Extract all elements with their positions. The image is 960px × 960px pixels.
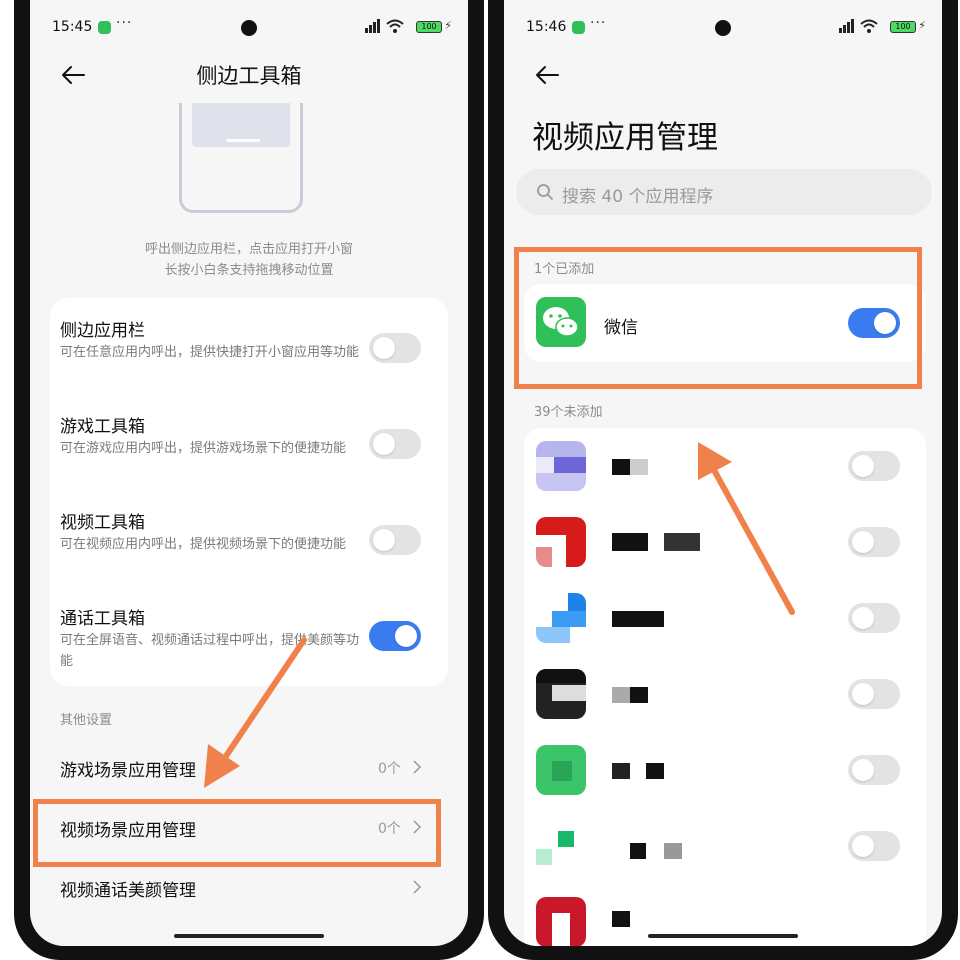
app-icon-blurred — [536, 821, 586, 871]
status-time: 15:45 — [52, 19, 93, 35]
list-item[interactable] — [524, 737, 926, 803]
charging-icon: ⚡ — [918, 19, 926, 32]
app-toggle[interactable] — [848, 527, 900, 557]
not-added-apps-list — [524, 428, 926, 946]
status-bar: 15:45 ··· 100 ⚡ — [30, 0, 468, 56]
app-toggle[interactable] — [848, 603, 900, 633]
highlight-box-video-scene — [33, 799, 441, 867]
game-scene-row-count: 0个 — [378, 761, 401, 777]
list-item[interactable] — [524, 813, 926, 879]
status-bar: 15:46 ··· 100 ⚡ — [504, 0, 942, 56]
back-arrow-icon[interactable] — [534, 62, 560, 88]
camera-cutout — [241, 20, 257, 36]
search-bar[interactable]: 搜索 40 个应用程序 — [516, 169, 932, 215]
sidebar-apps-subtitle: 可在任意应用内呼出，提供快捷打开小窗应用等功能 — [60, 345, 360, 360]
wifi-icon — [386, 19, 404, 33]
page-title: 侧边工具箱 — [196, 64, 302, 88]
app-name-pixelated — [646, 763, 664, 779]
search-placeholder: 搜索 40 个应用程序 — [562, 187, 714, 207]
call-toolbox-toggle[interactable] — [369, 621, 421, 651]
app-name-pixelated — [630, 687, 648, 703]
more-notifications-icon: ··· — [590, 15, 607, 31]
right-phone: 15:46 ··· 100 ⚡ 视频应用管理 搜索 40 个应用程序 1个已添加… — [488, 0, 958, 960]
sidebar-illustration — [179, 103, 303, 213]
app-icon-blurred — [536, 745, 586, 795]
wechat-notification-icon — [98, 21, 111, 34]
wechat-notification-icon — [572, 21, 585, 34]
sidebar-apps-toggle[interactable] — [369, 333, 421, 363]
app-icon-blurred — [536, 517, 586, 567]
search-icon — [537, 184, 553, 200]
app-toggle[interactable] — [848, 679, 900, 709]
toggles-card: 侧边应用栏 可在任意应用内呼出，提供快捷打开小窗应用等功能 游戏工具箱 可在游戏… — [50, 298, 448, 686]
app-name-pixelated — [612, 459, 630, 475]
not-added-section-label: 39个未添加 — [534, 405, 603, 420]
game-toolbox-toggle[interactable] — [369, 429, 421, 459]
other-settings-label: 其他设置 — [60, 713, 113, 728]
app-icon-blurred — [536, 593, 586, 643]
list-item[interactable] — [524, 661, 926, 727]
signal-icon — [365, 19, 380, 33]
call-toolbox-subtitle: 可在全屏语音、视频通话过程中呼出，提供美颜等功能 — [60, 633, 360, 669]
more-notifications-icon: ··· — [116, 15, 133, 31]
app-toggle[interactable] — [848, 831, 900, 861]
camera-cutout — [715, 20, 731, 36]
app-name-pixelated — [612, 911, 630, 927]
battery-icon: 100 — [890, 21, 916, 33]
home-indicator — [648, 934, 798, 938]
app-name-pixelated — [612, 687, 630, 703]
app-name-pixelated — [664, 533, 700, 551]
sidebar-apps-title: 侧边应用栏 — [60, 321, 145, 341]
app-toggle[interactable] — [848, 755, 900, 785]
battery-icon: 100 — [416, 21, 442, 33]
video-toolbox-toggle[interactable] — [369, 525, 421, 555]
signal-icon — [839, 19, 854, 33]
game-scene-row-title: 游戏场景应用管理 — [60, 761, 196, 781]
chevron-right-icon — [413, 760, 422, 774]
list-item[interactable] — [524, 433, 926, 499]
app-name-pixelated — [630, 459, 648, 475]
list-item[interactable] — [524, 509, 926, 575]
page-title: 视频应用管理 — [532, 120, 718, 156]
highlight-box-added-apps — [514, 247, 922, 389]
home-indicator — [174, 934, 324, 938]
video-toolbox-title: 视频工具箱 — [60, 513, 145, 533]
app-name-pixelated — [630, 843, 646, 859]
app-toggle[interactable] — [848, 451, 900, 481]
app-icon-blurred — [536, 441, 586, 491]
call-toolbox-title: 通话工具箱 — [60, 609, 145, 629]
app-name-pixelated — [612, 611, 664, 627]
app-icon-blurred — [536, 669, 586, 719]
chevron-right-icon — [413, 880, 422, 894]
video-toolbox-subtitle: 可在视频应用内呼出，提供视频场景下的便捷功能 — [60, 537, 347, 552]
list-item[interactable] — [524, 585, 926, 651]
description-line-2: 长按小白条支持拖拽移动位置 — [164, 263, 334, 278]
app-name-pixelated — [612, 763, 630, 779]
app-name-pixelated — [664, 843, 682, 859]
app-name-pixelated — [612, 533, 648, 551]
charging-icon: ⚡ — [444, 19, 452, 32]
right-screen: 15:46 ··· 100 ⚡ 视频应用管理 搜索 40 个应用程序 1个已添加… — [504, 0, 942, 946]
app-icon-blurred — [536, 897, 586, 946]
video-call-beauty-row-title: 视频通话美颜管理 — [60, 881, 196, 901]
game-toolbox-subtitle: 可在游戏应用内呼出，提供游戏场景下的便捷功能 — [60, 441, 347, 456]
description-line-1: 呼出侧边应用栏，点击应用打开小窗 — [144, 242, 353, 257]
status-time: 15:46 — [526, 19, 567, 35]
game-toolbox-title: 游戏工具箱 — [60, 417, 145, 437]
wifi-icon — [860, 19, 878, 33]
